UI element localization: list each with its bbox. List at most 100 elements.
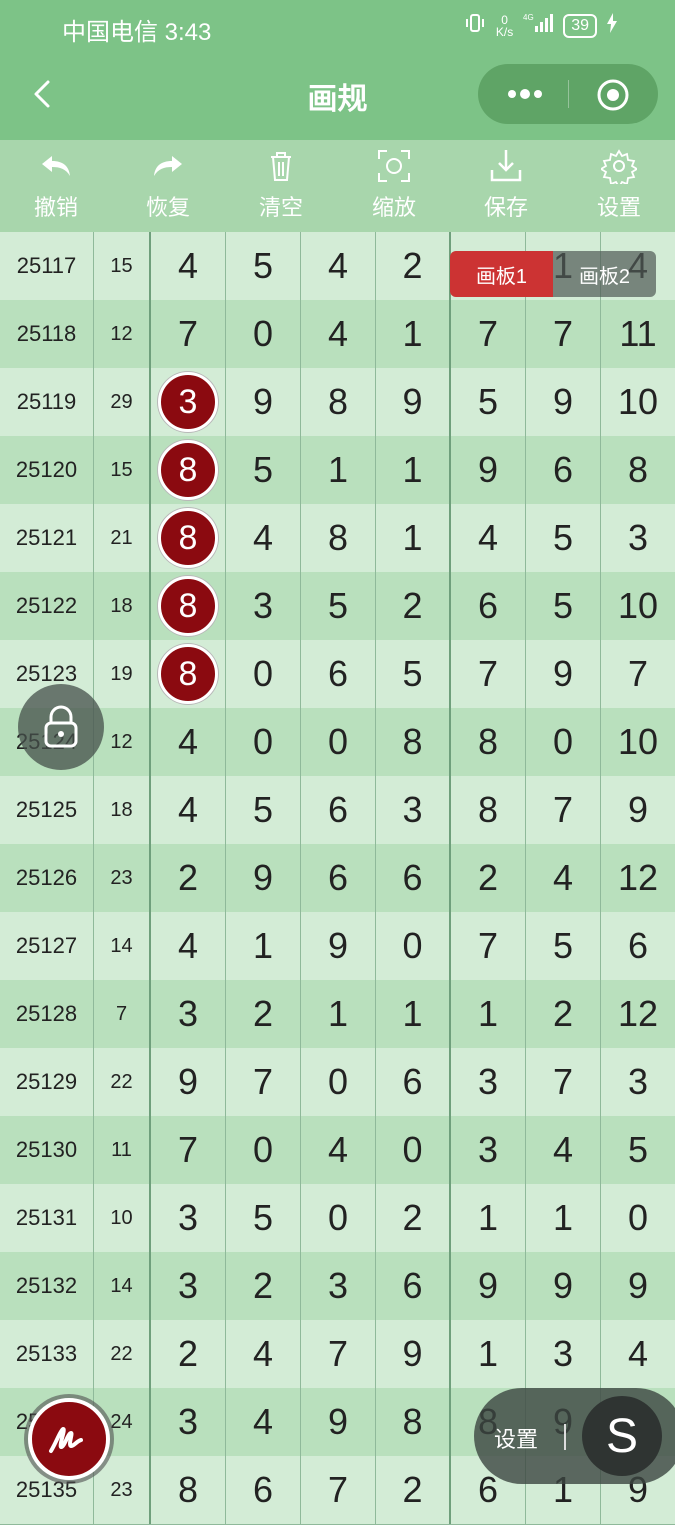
number-cell[interactable]: 3 [301, 1252, 376, 1320]
number-cell[interactable]: 4 [451, 504, 526, 572]
number-cell[interactable]: 5 [451, 368, 526, 436]
number-cell[interactable]: 6 [301, 640, 376, 708]
number-cell[interactable]: 2 [451, 844, 526, 912]
number-cell[interactable]: 1 [376, 980, 451, 1048]
s-button[interactable]: S [582, 1396, 662, 1476]
number-cell[interactable]: 10 [601, 572, 675, 640]
number-cell[interactable]: 3 [151, 1252, 226, 1320]
number-cell[interactable]: 2 [226, 1252, 301, 1320]
number-cell[interactable]: 9 [601, 776, 675, 844]
number-cell[interactable]: 2 [376, 572, 451, 640]
number-cell[interactable]: 7 [451, 640, 526, 708]
number-cell[interactable]: 3 [451, 1048, 526, 1116]
number-cell[interactable]: 2 [151, 1320, 226, 1388]
number-cell[interactable]: 7 [301, 1456, 376, 1524]
number-cell[interactable]: 5 [376, 640, 451, 708]
number-cell[interactable]: 5 [226, 776, 301, 844]
number-cell[interactable]: 4 [526, 1116, 601, 1184]
number-cell[interactable]: 7 [151, 300, 226, 368]
number-cell[interactable]: 5 [601, 1116, 675, 1184]
number-cell[interactable]: 4 [526, 844, 601, 912]
number-cell[interactable]: 0 [226, 708, 301, 776]
number-cell[interactable]: 9 [526, 1252, 601, 1320]
number-cell[interactable]: 1 [226, 912, 301, 980]
number-cell[interactable]: 7 [526, 776, 601, 844]
number-cell[interactable]: 5 [526, 572, 601, 640]
number-cell[interactable]: 4 [301, 1116, 376, 1184]
number-cell[interactable]: 10 [601, 368, 675, 436]
number-cell[interactable]: 6 [376, 1048, 451, 1116]
number-cell[interactable]: 0 [301, 1048, 376, 1116]
number-cell[interactable]: 6 [451, 572, 526, 640]
number-cell[interactable]: 4 [151, 776, 226, 844]
number-cell[interactable]: 1 [451, 980, 526, 1048]
number-cell[interactable]: 8 [151, 640, 226, 708]
number-cell[interactable]: 4 [151, 912, 226, 980]
number-cell[interactable]: 4 [151, 232, 226, 300]
number-cell[interactable]: 9 [301, 1388, 376, 1456]
number-cell[interactable]: 5 [526, 504, 601, 572]
number-cell[interactable]: 4 [301, 300, 376, 368]
number-cell[interactable]: 5 [526, 912, 601, 980]
number-cell[interactable]: 7 [451, 300, 526, 368]
number-cell[interactable]: 8 [451, 776, 526, 844]
number-cell[interactable]: 0 [376, 912, 451, 980]
number-cell[interactable]: 1 [376, 504, 451, 572]
number-cell[interactable]: 0 [226, 300, 301, 368]
number-cell[interactable]: 9 [226, 844, 301, 912]
number-cell[interactable]: 2 [226, 980, 301, 1048]
number-cell[interactable]: 7 [526, 300, 601, 368]
number-cell[interactable]: 0 [376, 1116, 451, 1184]
number-cell[interactable]: 7 [451, 912, 526, 980]
number-cell[interactable]: 0 [301, 1184, 376, 1252]
number-cell[interactable]: 8 [151, 504, 226, 572]
number-cell[interactable]: 2 [376, 1456, 451, 1524]
number-cell[interactable]: 9 [226, 368, 301, 436]
number-cell[interactable]: 3 [151, 980, 226, 1048]
number-cell[interactable]: 2 [376, 232, 451, 300]
number-cell[interactable]: 5 [226, 436, 301, 504]
number-cell[interactable]: 3 [601, 504, 675, 572]
number-cell[interactable]: 8 [151, 436, 226, 504]
settings-button[interactable]: 设置 [563, 148, 675, 222]
pen-button[interactable] [28, 1398, 110, 1480]
save-button[interactable]: 保存 [450, 148, 562, 222]
lock-button[interactable] [18, 684, 104, 770]
number-cell[interactable]: 0 [301, 708, 376, 776]
number-cell[interactable]: 1 [301, 436, 376, 504]
number-cell[interactable]: 11 [601, 300, 675, 368]
number-cell[interactable]: 4 [601, 1320, 675, 1388]
number-cell[interactable]: 8 [151, 572, 226, 640]
number-cell[interactable]: 3 [601, 1048, 675, 1116]
zoom-button[interactable]: 缩放 [338, 148, 450, 222]
number-cell[interactable]: 6 [376, 844, 451, 912]
floating-settings-label[interactable]: 设置 [494, 1422, 538, 1454]
number-cell[interactable]: 9 [376, 368, 451, 436]
number-cell[interactable]: 8 [601, 436, 675, 504]
number-cell[interactable]: 0 [601, 1184, 675, 1252]
number-cell[interactable]: 9 [151, 1048, 226, 1116]
number-cell[interactable]: 3 [151, 1184, 226, 1252]
number-cell[interactable]: 3 [151, 1388, 226, 1456]
number-cell[interactable]: 1 [451, 1184, 526, 1252]
number-cell[interactable]: 0 [226, 1116, 301, 1184]
number-cell[interactable]: 1 [451, 1320, 526, 1388]
number-cell[interactable]: 0 [226, 640, 301, 708]
number-cell[interactable]: 9 [301, 912, 376, 980]
number-cell[interactable]: 7 [151, 1116, 226, 1184]
number-cell[interactable]: 10 [601, 708, 675, 776]
number-cell[interactable]: 4 [226, 1320, 301, 1388]
number-cell[interactable]: 1 [376, 300, 451, 368]
board-tab-1[interactable]: 画板1 [450, 251, 553, 297]
number-cell[interactable]: 4 [301, 232, 376, 300]
number-cell[interactable]: 1 [376, 436, 451, 504]
undo-button[interactable]: 撤销 [0, 148, 112, 222]
number-cell[interactable]: 2 [151, 844, 226, 912]
number-cell[interactable]: 7 [601, 640, 675, 708]
number-cell[interactable]: 3 [451, 1116, 526, 1184]
number-cell[interactable]: 9 [451, 436, 526, 504]
number-cell[interactable]: 6 [526, 436, 601, 504]
number-cell[interactable]: 6 [301, 844, 376, 912]
number-cell[interactable]: 5 [226, 1184, 301, 1252]
clear-button[interactable]: 清空 [225, 148, 337, 222]
